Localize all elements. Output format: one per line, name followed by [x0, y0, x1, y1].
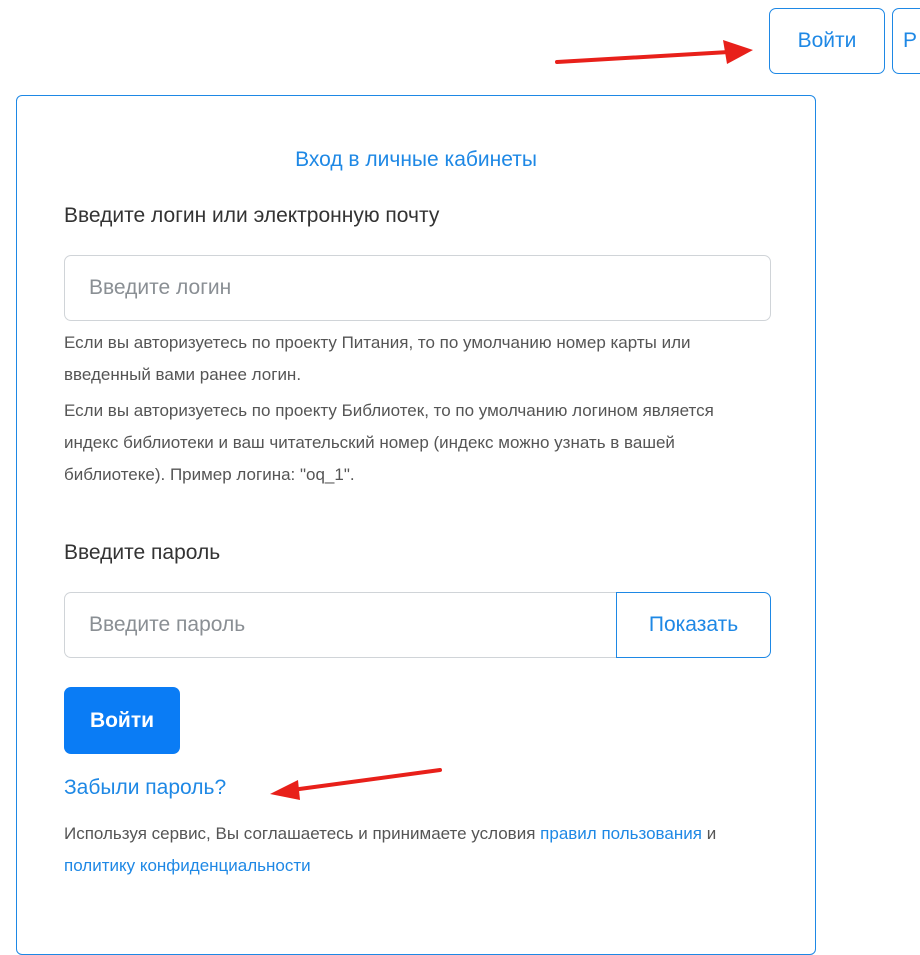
header-login-button[interactable]: Войти — [769, 8, 885, 74]
card-title: Вход в личные кабинеты — [295, 148, 537, 171]
terms-privacy-link[interactable]: политику конфиденциальности — [64, 856, 311, 875]
submit-login-button[interactable]: Войти — [64, 687, 180, 754]
forgot-password-link[interactable]: Забыли пароль? — [64, 776, 226, 800]
show-password-button[interactable]: Показать — [616, 592, 771, 658]
password-input[interactable]: Введите пароль — [64, 592, 617, 658]
help-text-nutrition: Если вы авторизуетесь по проекту Питания… — [64, 333, 691, 384]
header-secondary-button[interactable]: Р — [892, 8, 920, 74]
terms-text: Используя сервис, Вы соглашаетесь и прин… — [64, 818, 784, 882]
terms-prefix: Используя сервис, Вы соглашаетесь и прин… — [64, 824, 536, 843]
terms-rules-link[interactable]: правил пользования — [540, 824, 702, 843]
login-label: Введите логин или электронную почту — [64, 204, 440, 227]
terms-and: и — [706, 824, 717, 843]
password-label: Введите пароль — [64, 541, 221, 564]
annotation-arrow-top — [555, 40, 753, 64]
login-input[interactable]: Введите логин — [64, 255, 771, 321]
login-card: Вход в личные кабинеты Введите логин или… — [16, 95, 816, 955]
help-text-library: Если вы авторизуетесь по проекту Библиот… — [64, 401, 714, 484]
password-input-group: Введите пароль Показать — [64, 592, 771, 658]
